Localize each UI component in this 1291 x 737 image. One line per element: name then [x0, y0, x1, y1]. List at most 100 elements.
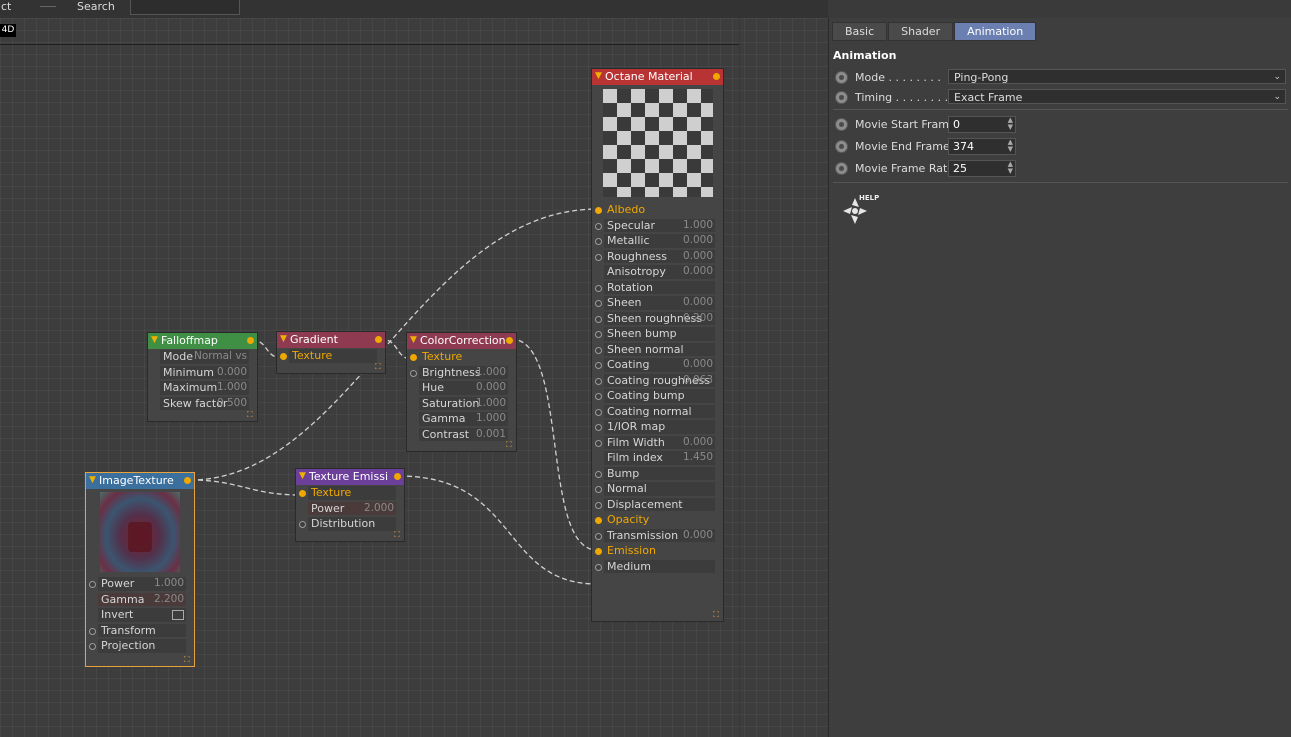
param-value[interactable]: 2.200	[154, 592, 184, 607]
input-pin[interactable]	[595, 563, 602, 571]
node-octane-material[interactable]: ▼ Octane Material Albedo Specular 1.000 M…	[591, 68, 724, 622]
output-pin[interactable]	[247, 337, 254, 344]
node-colorcorrection[interactable]: ▼ ColorCorrection Texture Brightness 1.00…	[406, 332, 517, 452]
invert-checkbox[interactable]	[172, 610, 184, 620]
param-value[interactable]: 0.063	[683, 373, 713, 388]
node-param-row[interactable]: Sheen roughness 0.200	[592, 311, 723, 327]
input-pin[interactable]	[595, 253, 602, 261]
input-pin[interactable]	[595, 315, 602, 323]
search-input[interactable]	[130, 0, 240, 15]
node-param-row[interactable]: Gamma 2.200	[86, 592, 194, 608]
param-value[interactable]: 0.000	[683, 357, 713, 372]
node-param-row[interactable]: Roughness 0.000	[592, 249, 723, 265]
collapse-triangle-icon[interactable]: ▼	[410, 333, 417, 348]
input-pin[interactable]	[595, 548, 602, 555]
node-param-row[interactable]: Power 2.000	[296, 501, 404, 517]
node-param-row[interactable]: Distribution	[296, 516, 404, 532]
input-pin[interactable]	[595, 331, 602, 338]
stepper-icon[interactable]: ▲ ▼	[1008, 139, 1013, 153]
node-texture-emission[interactable]: ▼ Texture Emissi Texture Power 2.000 Dist…	[295, 468, 405, 542]
node-param-row[interactable]: Minimum 0.000	[148, 365, 257, 381]
node-param-row[interactable]: Invert	[86, 607, 194, 623]
collapse-triangle-icon[interactable]: ▼	[151, 333, 158, 348]
end-frame-input[interactable]: 374 ▲ ▼	[948, 138, 1016, 155]
node-param-row[interactable]: Emission	[592, 543, 723, 559]
node-falloffmap-header[interactable]: ▼ Falloffmap	[148, 333, 257, 349]
param-value[interactable]: 1.000	[476, 411, 506, 426]
node-param-row[interactable]: Anisotropy 0.000	[592, 264, 723, 280]
node-param-row[interactable]: Medium	[592, 559, 723, 575]
node-param-row[interactable]: Film index 1.450	[592, 450, 723, 466]
input-pin[interactable]	[595, 501, 602, 509]
input-pin[interactable]	[410, 369, 417, 377]
input-pin[interactable]	[595, 222, 602, 230]
input-pin[interactable]	[595, 393, 602, 400]
node-param-row[interactable]: Transmission 0.000	[592, 528, 723, 544]
input-pin[interactable]	[410, 354, 417, 361]
output-pin[interactable]	[506, 337, 513, 344]
node-gradient[interactable]: ▼ Gradient Texture ⛶	[276, 331, 386, 374]
node-param-row[interactable]: Saturation 1.000	[407, 396, 516, 412]
input-pin[interactable]	[595, 238, 602, 245]
node-imagetexture[interactable]: ▼ ImageTexture Power 1.000 Gamma 2.200 Inv…	[85, 472, 195, 667]
input-pin[interactable]	[595, 207, 602, 214]
output-pin[interactable]	[394, 473, 401, 480]
node-param-row[interactable]: Sheen 0.000	[592, 295, 723, 311]
input-pin[interactable]	[595, 486, 602, 493]
node-param-row[interactable]: Power 1.000	[86, 576, 194, 592]
node-param-row[interactable]: Displacement	[592, 497, 723, 513]
param-value[interactable]: 0.000	[683, 528, 713, 543]
param-value[interactable]: 1.000	[217, 380, 247, 395]
input-pin[interactable]	[595, 377, 602, 385]
collapse-triangle-icon[interactable]: ▼	[595, 69, 602, 84]
input-pin[interactable]	[595, 284, 602, 292]
param-value[interactable]: 0.000	[683, 295, 713, 310]
node-param-row[interactable]: Gamma 1.000	[407, 411, 516, 427]
expand-icon[interactable]: ⛶	[375, 363, 383, 371]
node-param-row[interactable]: Coating normal	[592, 404, 723, 420]
collapse-triangle-icon[interactable]: ▼	[280, 332, 287, 347]
animate-radio[interactable]	[835, 91, 848, 104]
expand-icon[interactable]: ⛶	[506, 441, 514, 449]
input-pin[interactable]	[89, 643, 96, 650]
node-param-row[interactable]: Film Width 0.000	[592, 435, 723, 451]
param-value[interactable]: 1.450	[683, 450, 713, 465]
tab-basic[interactable]: Basic	[832, 22, 888, 41]
param-value[interactable]: 0.000	[217, 365, 247, 380]
animate-radio[interactable]	[835, 162, 848, 175]
node-param-row[interactable]: Projection	[86, 638, 194, 654]
node-colorcorrection-header[interactable]: ▼ ColorCorrection	[407, 333, 516, 349]
node-param-row[interactable]: Transform	[86, 623, 194, 639]
node-param-row[interactable]: Normal	[592, 481, 723, 497]
tab-shader[interactable]: Shader	[888, 22, 954, 41]
node-param-row[interactable]: Rotation	[592, 280, 723, 296]
param-value[interactable]: Normal vs	[194, 349, 247, 364]
node-param-row[interactable]: Hue 0.000	[407, 380, 516, 396]
node-param-row[interactable]: Coating bump	[592, 388, 723, 404]
node-param-row[interactable]: Metallic 0.000	[592, 233, 723, 249]
param-value[interactable]: 0.000	[683, 435, 713, 450]
output-pin[interactable]	[713, 73, 720, 80]
expand-icon[interactable]: ⛶	[247, 411, 255, 419]
stepper-icon[interactable]: ▲ ▼	[1008, 117, 1013, 131]
node-param-row[interactable]: Texture	[407, 349, 516, 365]
input-pin[interactable]	[89, 627, 96, 635]
mode-dropdown[interactable]: Ping-Pong ⌄	[948, 69, 1286, 84]
param-value[interactable]: 0.001	[476, 427, 506, 442]
node-param-row[interactable]: Texture	[277, 348, 385, 364]
node-param-row[interactable]: Skew factor 0.500	[148, 396, 257, 412]
input-pin[interactable]	[595, 517, 602, 524]
node-param-row[interactable]: Albedo	[592, 202, 723, 218]
param-value[interactable]: 2.000	[364, 501, 394, 516]
animate-radio[interactable]	[835, 71, 848, 84]
input-pin[interactable]	[299, 521, 306, 528]
animate-radio[interactable]	[835, 118, 848, 131]
param-value[interactable]: 0.000	[683, 249, 713, 264]
input-pin[interactable]	[299, 490, 306, 497]
param-value[interactable]: 0.500	[217, 396, 247, 411]
node-param-row[interactable]: Sheen bump	[592, 326, 723, 342]
param-value[interactable]: 0.200	[683, 311, 713, 326]
node-gradient-header[interactable]: ▼ Gradient	[277, 332, 385, 348]
start-frame-input[interactable]: 0 ▲ ▼	[948, 116, 1016, 133]
expand-icon[interactable]: ⛶	[184, 656, 192, 664]
